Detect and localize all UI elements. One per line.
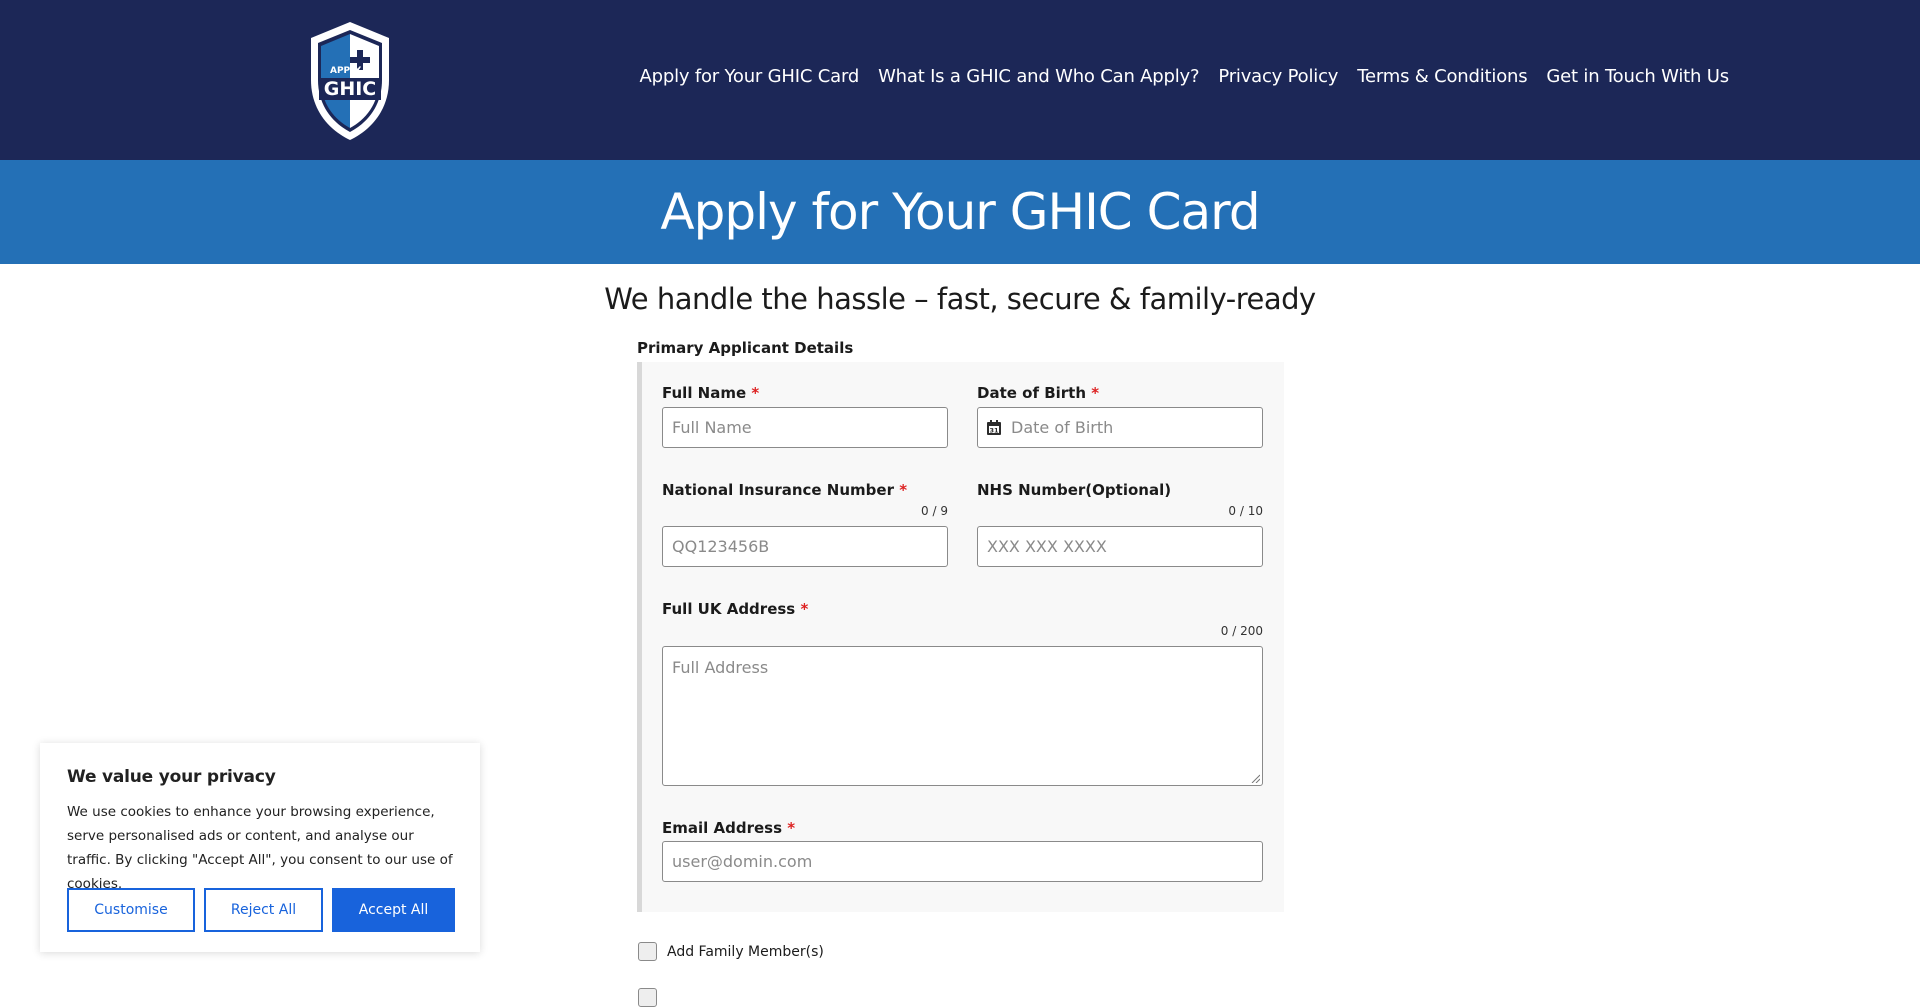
main-nav: Apply for Your GHIC Card What Is a GHIC … <box>630 66 1738 87</box>
nin-input[interactable]: QQ123456B <box>662 526 948 567</box>
nhs-label: NHS Number(Optional) <box>977 481 1172 499</box>
svg-text:31: 31 <box>989 427 999 435</box>
nav-contact[interactable]: Get in Touch With Us <box>1537 66 1738 87</box>
dob-label: Date of Birth * <box>977 384 1100 402</box>
resize-grip-icon[interactable] <box>1250 773 1260 783</box>
add-family-checkbox[interactable] <box>638 942 657 961</box>
hero-banner: Apply for Your GHIC Card <box>0 160 1920 264</box>
section-label: Primary Applicant Details <box>637 339 854 357</box>
calendar-icon: 31 <box>987 420 1001 435</box>
email-input[interactable]: user@domin.com <box>662 841 1263 882</box>
ghic-logo[interactable]: APPLY GHIC <box>305 20 395 142</box>
second-checkbox[interactable] <box>638 988 657 1007</box>
nin-counter: 0 / 9 <box>921 504 948 518</box>
nav-privacy-policy[interactable]: Privacy Policy <box>1209 66 1348 87</box>
nav-apply[interactable]: Apply for Your GHIC Card <box>630 66 869 87</box>
tagline: We handle the hassle – fast, secure & fa… <box>604 282 1316 316</box>
email-label: Email Address * <box>662 819 796 837</box>
add-family-row[interactable]: Add Family Member(s) <box>638 942 824 961</box>
cookie-text: We use cookies to enhance your browsing … <box>67 804 453 892</box>
cookie-buttons: Customise Reject All Accept All <box>67 888 455 932</box>
site-header: APPLY GHIC Apply for Your GHIC Card What… <box>0 0 1920 160</box>
add-family-label[interactable]: Add Family Member(s) <box>667 944 824 960</box>
full-name-placeholder: Full Name <box>672 418 752 437</box>
nin-label: National Insurance Number * <box>662 481 908 499</box>
address-counter: 0 / 200 <box>1220 624 1263 638</box>
dob-placeholder: Date of Birth <box>1011 418 1114 437</box>
primary-applicant-form: Full Name * Full Name Date of Birth * 31… <box>637 362 1284 912</box>
page-title: Apply for Your GHIC Card <box>660 183 1260 241</box>
svg-text:GHIC: GHIC <box>324 78 377 100</box>
nhs-placeholder: XXX XXX XXXX <box>987 537 1107 556</box>
address-placeholder: Full Address <box>672 658 769 677</box>
cookie-banner: We value your privacy We use cookies to … <box>40 743 480 952</box>
full-name-input[interactable]: Full Name <box>662 407 948 448</box>
nin-placeholder: QQ123456B <box>672 537 770 556</box>
address-textarea[interactable]: Full Address <box>662 646 1263 786</box>
email-placeholder: user@domin.com <box>672 852 813 871</box>
nav-what-is-ghic[interactable]: What Is a GHIC and Who Can Apply? <box>869 66 1209 87</box>
address-label: Full UK Address * <box>662 600 809 618</box>
accept-all-button[interactable]: Accept All <box>332 888 455 932</box>
customise-button[interactable]: Customise <box>67 888 195 932</box>
full-name-label: Full Name * <box>662 384 760 402</box>
dob-input[interactable]: 31 Date of Birth <box>977 407 1263 448</box>
cookie-title: We value your privacy <box>67 767 276 787</box>
reject-all-button[interactable]: Reject All <box>204 888 323 932</box>
nav-terms[interactable]: Terms & Conditions <box>1348 66 1537 87</box>
svg-text:APPLY: APPLY <box>330 66 361 76</box>
nhs-input[interactable]: XXX XXX XXXX <box>977 526 1263 567</box>
nhs-counter: 0 / 10 <box>1228 504 1263 518</box>
